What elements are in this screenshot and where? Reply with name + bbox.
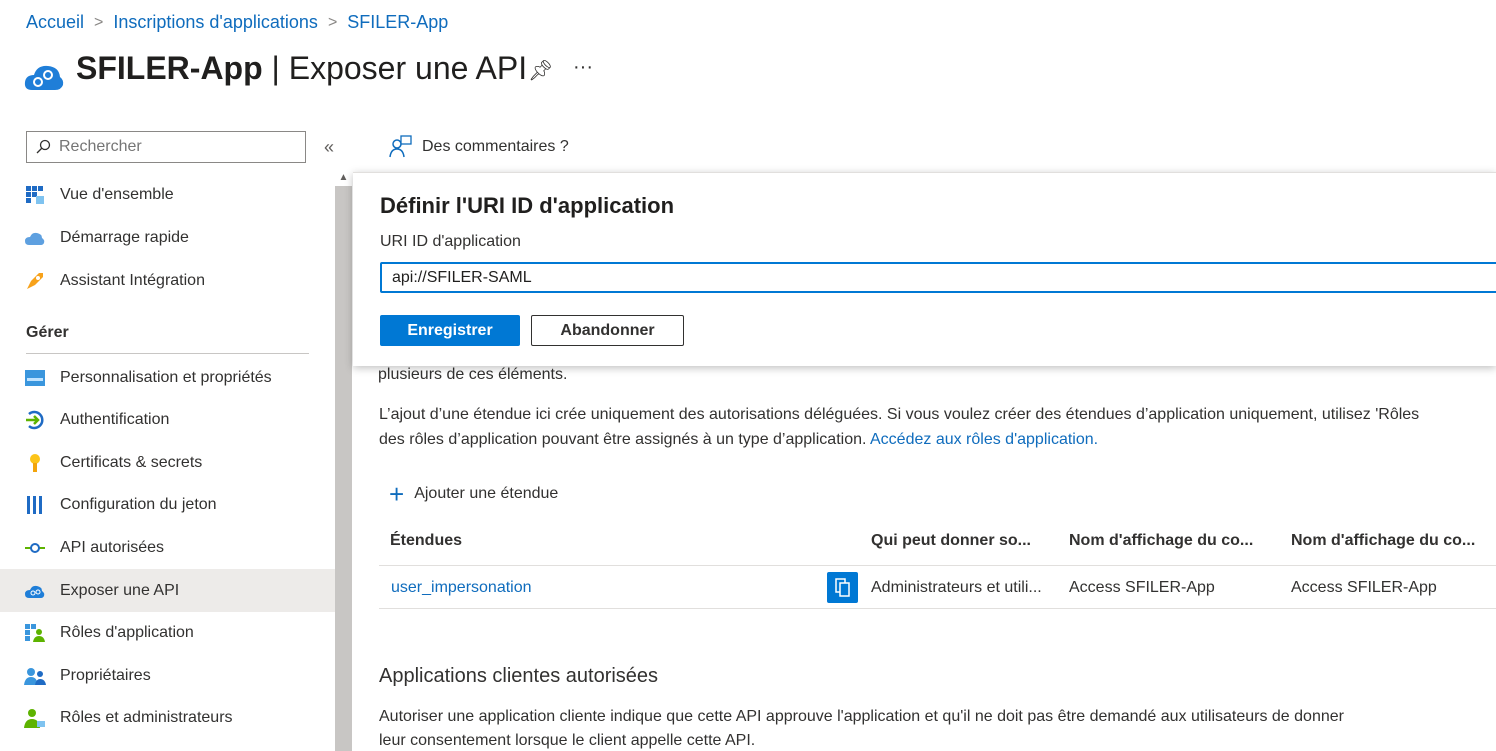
- authorized-clients-text1: Autoriser une application cliente indiqu…: [379, 708, 1344, 725]
- chevron-right-icon: >: [94, 13, 104, 31]
- page-title: SFILER-App | Exposer une API: [76, 50, 528, 86]
- column-header-user-display-name[interactable]: Nom d'affichage du co...: [1291, 532, 1475, 550]
- search-icon: [36, 139, 51, 154]
- roles-admins-icon: [24, 708, 46, 729]
- cell-admin-display-name: Access SFILER-App: [1069, 579, 1215, 596]
- rocket-icon: [24, 271, 46, 291]
- sidebar-item-app-roles[interactable]: Rôles d'application: [0, 612, 335, 655]
- sidebar-item-label: Vue d'ensemble: [60, 185, 174, 203]
- more-options-button[interactable]: ···: [573, 56, 593, 79]
- cancel-button[interactable]: Abandonner: [531, 315, 684, 346]
- feedback-icon: [389, 135, 412, 158]
- sidebar-item-owners[interactable]: Propriétaires: [0, 654, 335, 697]
- sidebar-item-label: Rôles d'application: [60, 624, 194, 642]
- sidebar-item-branding[interactable]: Personnalisation et propriétés: [0, 356, 335, 399]
- scope-link[interactable]: user_impersonation: [391, 579, 532, 597]
- sidebar-item-key[interactable]: Certificats & secrets: [0, 441, 335, 484]
- breadcrumb-app[interactable]: SFILER-App: [347, 12, 448, 33]
- sidebar-item-label: Démarrage rapide: [60, 228, 189, 246]
- table-divider: [379, 608, 1496, 609]
- authorized-clients-heading: Applications clientes autorisées: [379, 665, 659, 687]
- breadcrumb: Accueil > Inscriptions d'applications > SF…: [26, 12, 448, 33]
- app-roles-icon: [24, 623, 46, 643]
- save-button[interactable]: Enregistrer: [380, 315, 520, 346]
- table-divider: [379, 565, 1496, 566]
- sidebar-item-label: Personnalisation et propriétés: [60, 368, 272, 386]
- set-app-id-uri-panel: Définir l'URI ID d'application URI ID d'…: [353, 172, 1496, 366]
- sidebar-item-label: Configuration du jeton: [60, 496, 217, 514]
- sidebar-item-label: API autorisées: [60, 538, 165, 556]
- feedback-label: Des commentaires ?: [422, 138, 569, 155]
- authorized-clients-text2: leur consentement lorsque le client appe…: [379, 732, 756, 749]
- sidebar-item-label: Exposer une API: [60, 581, 180, 599]
- owners-icon: [24, 666, 46, 686]
- divider: [26, 353, 309, 354]
- branding-icon: [24, 368, 46, 388]
- grid-icon: [24, 185, 46, 205]
- add-scope-label: Ajouter une étendue: [414, 485, 559, 502]
- token-icon: [24, 495, 46, 515]
- scope-description-line2: des rôles d’application pouvant être ass…: [379, 431, 867, 448]
- key-icon: [24, 453, 46, 473]
- sidebar-scrollbar[interactable]: ▲: [335, 172, 352, 751]
- breadcrumb-home[interactable]: Accueil: [26, 12, 84, 33]
- sidebar-item-label: Certificats & secrets: [60, 453, 203, 471]
- panel-title: Définir l'URI ID d'application: [380, 193, 675, 218]
- app-id-uri-label: URI ID d'application: [380, 233, 521, 250]
- app-roles-link[interactable]: Accédez aux rôles d'application.: [870, 431, 1098, 448]
- sidebar-item-label: Propriétaires: [60, 666, 151, 684]
- authentication-icon: [24, 410, 46, 430]
- sidebar-item-api-permissions[interactable]: API autorisées: [0, 526, 335, 569]
- column-header-who-can-consent[interactable]: Qui peut donner so...: [871, 532, 1031, 550]
- plus-icon: +: [389, 479, 405, 509]
- cell-user-display-name: Access SFILER-App: [1291, 579, 1437, 596]
- scroll-up-icon[interactable]: ▲: [335, 172, 352, 186]
- chevron-right-icon: >: [327, 13, 338, 31]
- sidebar-item-roles-admins[interactable]: Rôles et administrateurs: [0, 697, 335, 740]
- column-header-admin-display-name[interactable]: Nom d'affichage du co...: [1069, 532, 1253, 550]
- sidebar-item-grid[interactable]: Vue d'ensemble: [0, 173, 335, 216]
- scope-description-line1: L’ajout d’une étendue ici crée uniquemen…: [379, 406, 1420, 423]
- sidebar-item-label: Authentification: [60, 411, 170, 429]
- column-header-scopes[interactable]: Étendues: [390, 532, 462, 550]
- sidebar-item-authentication[interactable]: Authentification: [0, 399, 335, 442]
- partial-text: plusieurs de ces éléments.: [378, 366, 568, 383]
- sidebar-item-rocket[interactable]: Assistant Intégration: [0, 259, 335, 302]
- cloud-icon: [24, 228, 46, 248]
- feedback-button[interactable]: Des commentaires ?: [388, 135, 569, 159]
- copy-icon[interactable]: [827, 572, 858, 603]
- cell-who-can-consent: Administrateurs et utili...: [871, 579, 1042, 596]
- app-id-uri-input[interactable]: [380, 262, 1496, 293]
- sidebar-item-label: Assistant Intégration: [60, 271, 205, 289]
- add-scope-button[interactable]: + Ajouter une étendue: [389, 479, 559, 509]
- sidebar-item-cloud[interactable]: Démarrage rapide: [0, 216, 335, 259]
- app-cloud-gear-icon: [24, 65, 64, 90]
- section-manage: Gérer: [26, 324, 69, 341]
- sidebar-search[interactable]: [26, 131, 306, 163]
- sidebar-item-token[interactable]: Configuration du jeton: [0, 484, 335, 527]
- api-permissions-icon: [24, 538, 46, 558]
- sidebar-item-expose-api[interactable]: Exposer une API: [0, 569, 335, 612]
- pin-icon[interactable]: 📌︎: [528, 58, 553, 83]
- collapse-sidebar-button[interactable]: «: [324, 137, 334, 158]
- breadcrumb-app-registrations[interactable]: Inscriptions d'applications: [113, 12, 318, 33]
- search-input[interactable]: [59, 138, 289, 156]
- expose-api-icon: [24, 581, 46, 601]
- sidebar-item-label: Rôles et administrateurs: [60, 709, 233, 727]
